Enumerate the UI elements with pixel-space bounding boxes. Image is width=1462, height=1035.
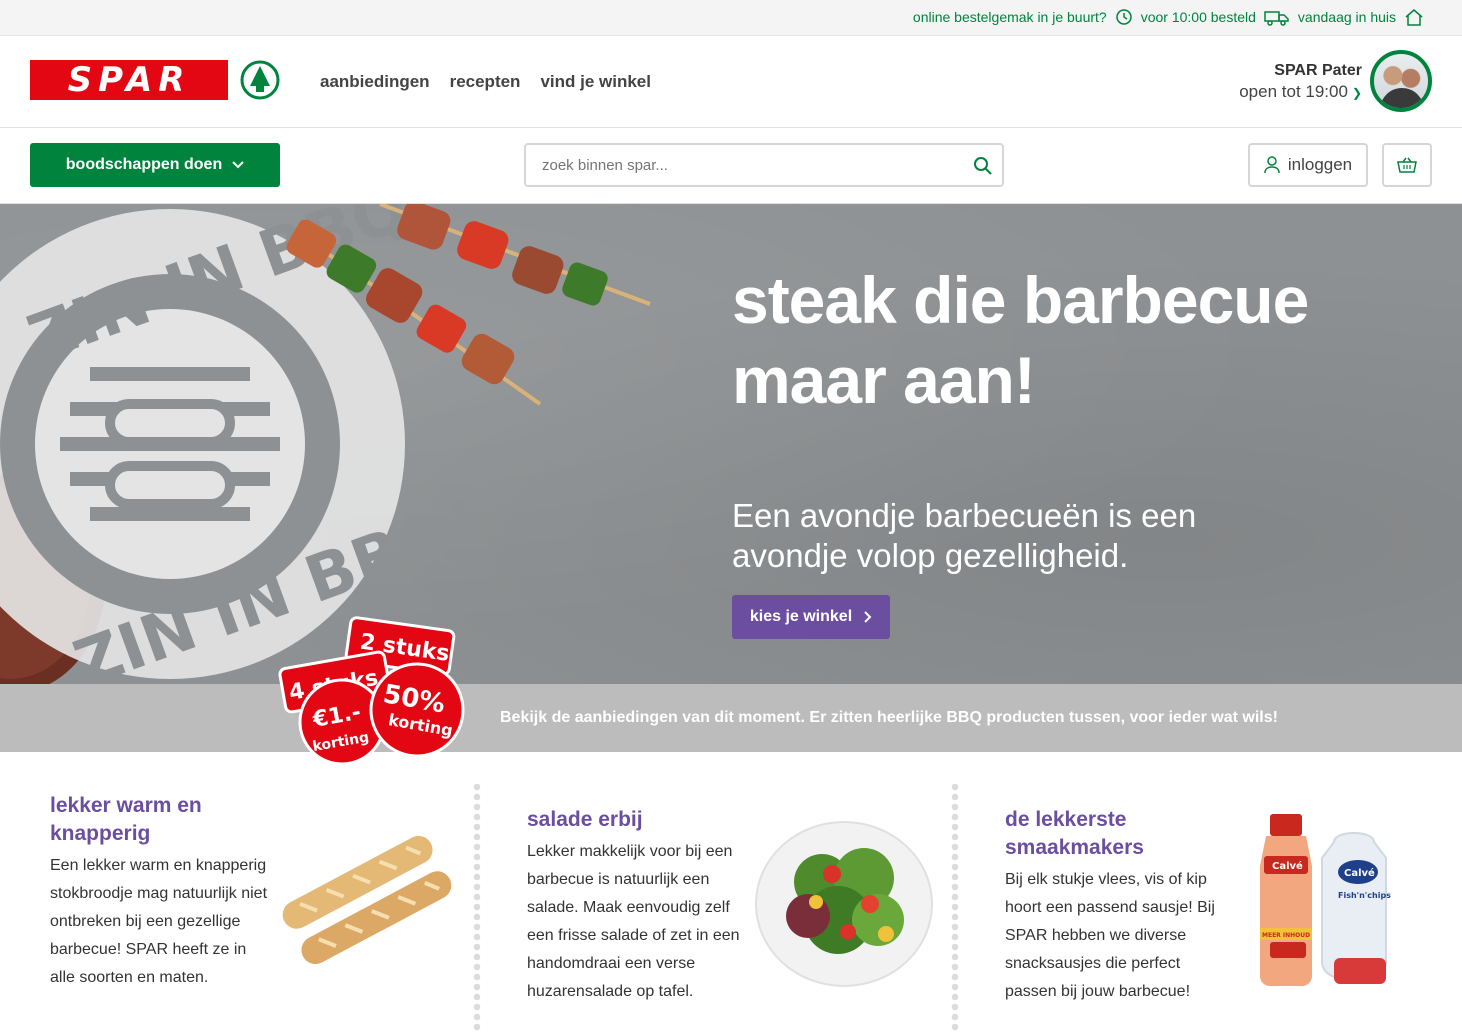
feature-salad-title: salade erbij	[527, 808, 643, 831]
store-hours: open tot 19:00	[1239, 82, 1348, 101]
chevron-down-icon	[232, 161, 244, 169]
offers-banner[interactable]: Bekijk de aanbiedingen van dit moment. E…	[0, 684, 1462, 752]
top-strip: online bestelgemak in je buurt? voor 10:…	[0, 0, 1462, 36]
hero-title: steak die barbecue maar aan!	[732, 263, 1309, 417]
feature-sauces-text: Bij elk stukje vlees, vis of kip hoort e…	[1005, 871, 1215, 1000]
boodschappen-doen-button[interactable]: boodschappen doen	[30, 143, 280, 187]
chevron-right-icon	[864, 611, 872, 623]
feature-sauces-title: de lekkerste smaakmakers	[1005, 808, 1144, 859]
spar-logo-wordmark: SPAR	[30, 60, 228, 100]
login-button[interactable]: inloggen	[1248, 143, 1368, 187]
login-label: inloggen	[1287, 155, 1353, 174]
column-divider	[951, 782, 959, 1032]
hero-banner: ZIN IN BBQ! ZIN IN BBQ! steak die barbec…	[0, 204, 1462, 684]
sauces-image: Calvé MEER INHOUD Calvé Fish'n'chips	[1260, 814, 1391, 986]
feature-bread-title: lekker warm en knapperig	[50, 794, 202, 845]
main-header: SPAR aanbiedingen recepten vind je winke…	[0, 36, 1462, 128]
kies-je-winkel-label: kies je winkel	[749, 608, 853, 625]
feature-bread-text: Een lekker warm en knapperig stokbroodje…	[50, 857, 268, 986]
feature-salad-text: Lekker makkelijk voor bij een barbecue i…	[527, 843, 740, 1000]
search-icon[interactable]	[972, 155, 994, 177]
discount-badges: 2 stuks 4 stuks €1.- korting 50% korting	[278, 616, 465, 766]
nav-vind-je-winkel[interactable]: vind je winkel	[540, 72, 651, 92]
store-selector[interactable]: SPAR Pater open tot 19:00 ❯	[1239, 62, 1362, 102]
feature-salad: salade erbij Lekker makkelijk voor bij e…	[527, 770, 742, 1035]
offers-banner-text: Bekijk de aanbiedingen van dit moment. E…	[500, 709, 1278, 726]
home-icon	[1405, 9, 1423, 26]
feature-bread: lekker warm en knapperig Een lekker warm…	[50, 770, 270, 1035]
main-nav: aanbiedingen recepten vind je winkel	[320, 72, 651, 92]
sauce-brand-label: Calvé	[1272, 860, 1303, 872]
clock-icon	[1115, 9, 1132, 25]
column-divider	[473, 782, 481, 1032]
sub-header: boodschappen doen inloggen	[0, 128, 1462, 204]
search-input[interactable]	[526, 145, 946, 185]
boodschappen-doen-label: boodschappen doen	[65, 156, 223, 173]
nav-aanbiedingen[interactable]: aanbiedingen	[320, 72, 430, 92]
store-owner-avatar	[1370, 50, 1432, 112]
online-ordering-text: online bestelgemak in je buurt?	[912, 9, 1107, 25]
salad-image	[755, 821, 933, 987]
delivery-text: vandaag in huis	[1297, 9, 1396, 25]
truck-icon	[1264, 11, 1289, 26]
user-icon	[1264, 156, 1280, 174]
hero-subtitle: Een avondje barbecueën is een avondje vo…	[732, 497, 1197, 574]
baguette-image	[282, 835, 452, 965]
store-name: SPAR Pater	[1274, 62, 1362, 79]
cart-button[interactable]	[1382, 143, 1432, 187]
spar-logo[interactable]: SPAR	[30, 60, 280, 100]
chevron-down-icon[interactable]: ❯	[1352, 86, 1362, 100]
sauce-variant-label: Fish'n'chips	[1338, 891, 1391, 900]
sauce-brand-label: Calvé	[1344, 867, 1375, 879]
spar-tree-icon	[240, 60, 280, 100]
sauce-extra-label: MEER INHOUD	[1262, 932, 1310, 939]
basket-icon	[1397, 157, 1417, 173]
feature-sauces: de lekkerste smaakmakers Bij elk stukje …	[1005, 770, 1225, 1035]
deadline-text: voor 10:00 besteld	[1140, 9, 1256, 25]
search-box	[524, 143, 1004, 187]
kies-je-winkel-button[interactable]: kies je winkel	[732, 595, 890, 639]
nav-recepten[interactable]: recepten	[450, 72, 521, 92]
